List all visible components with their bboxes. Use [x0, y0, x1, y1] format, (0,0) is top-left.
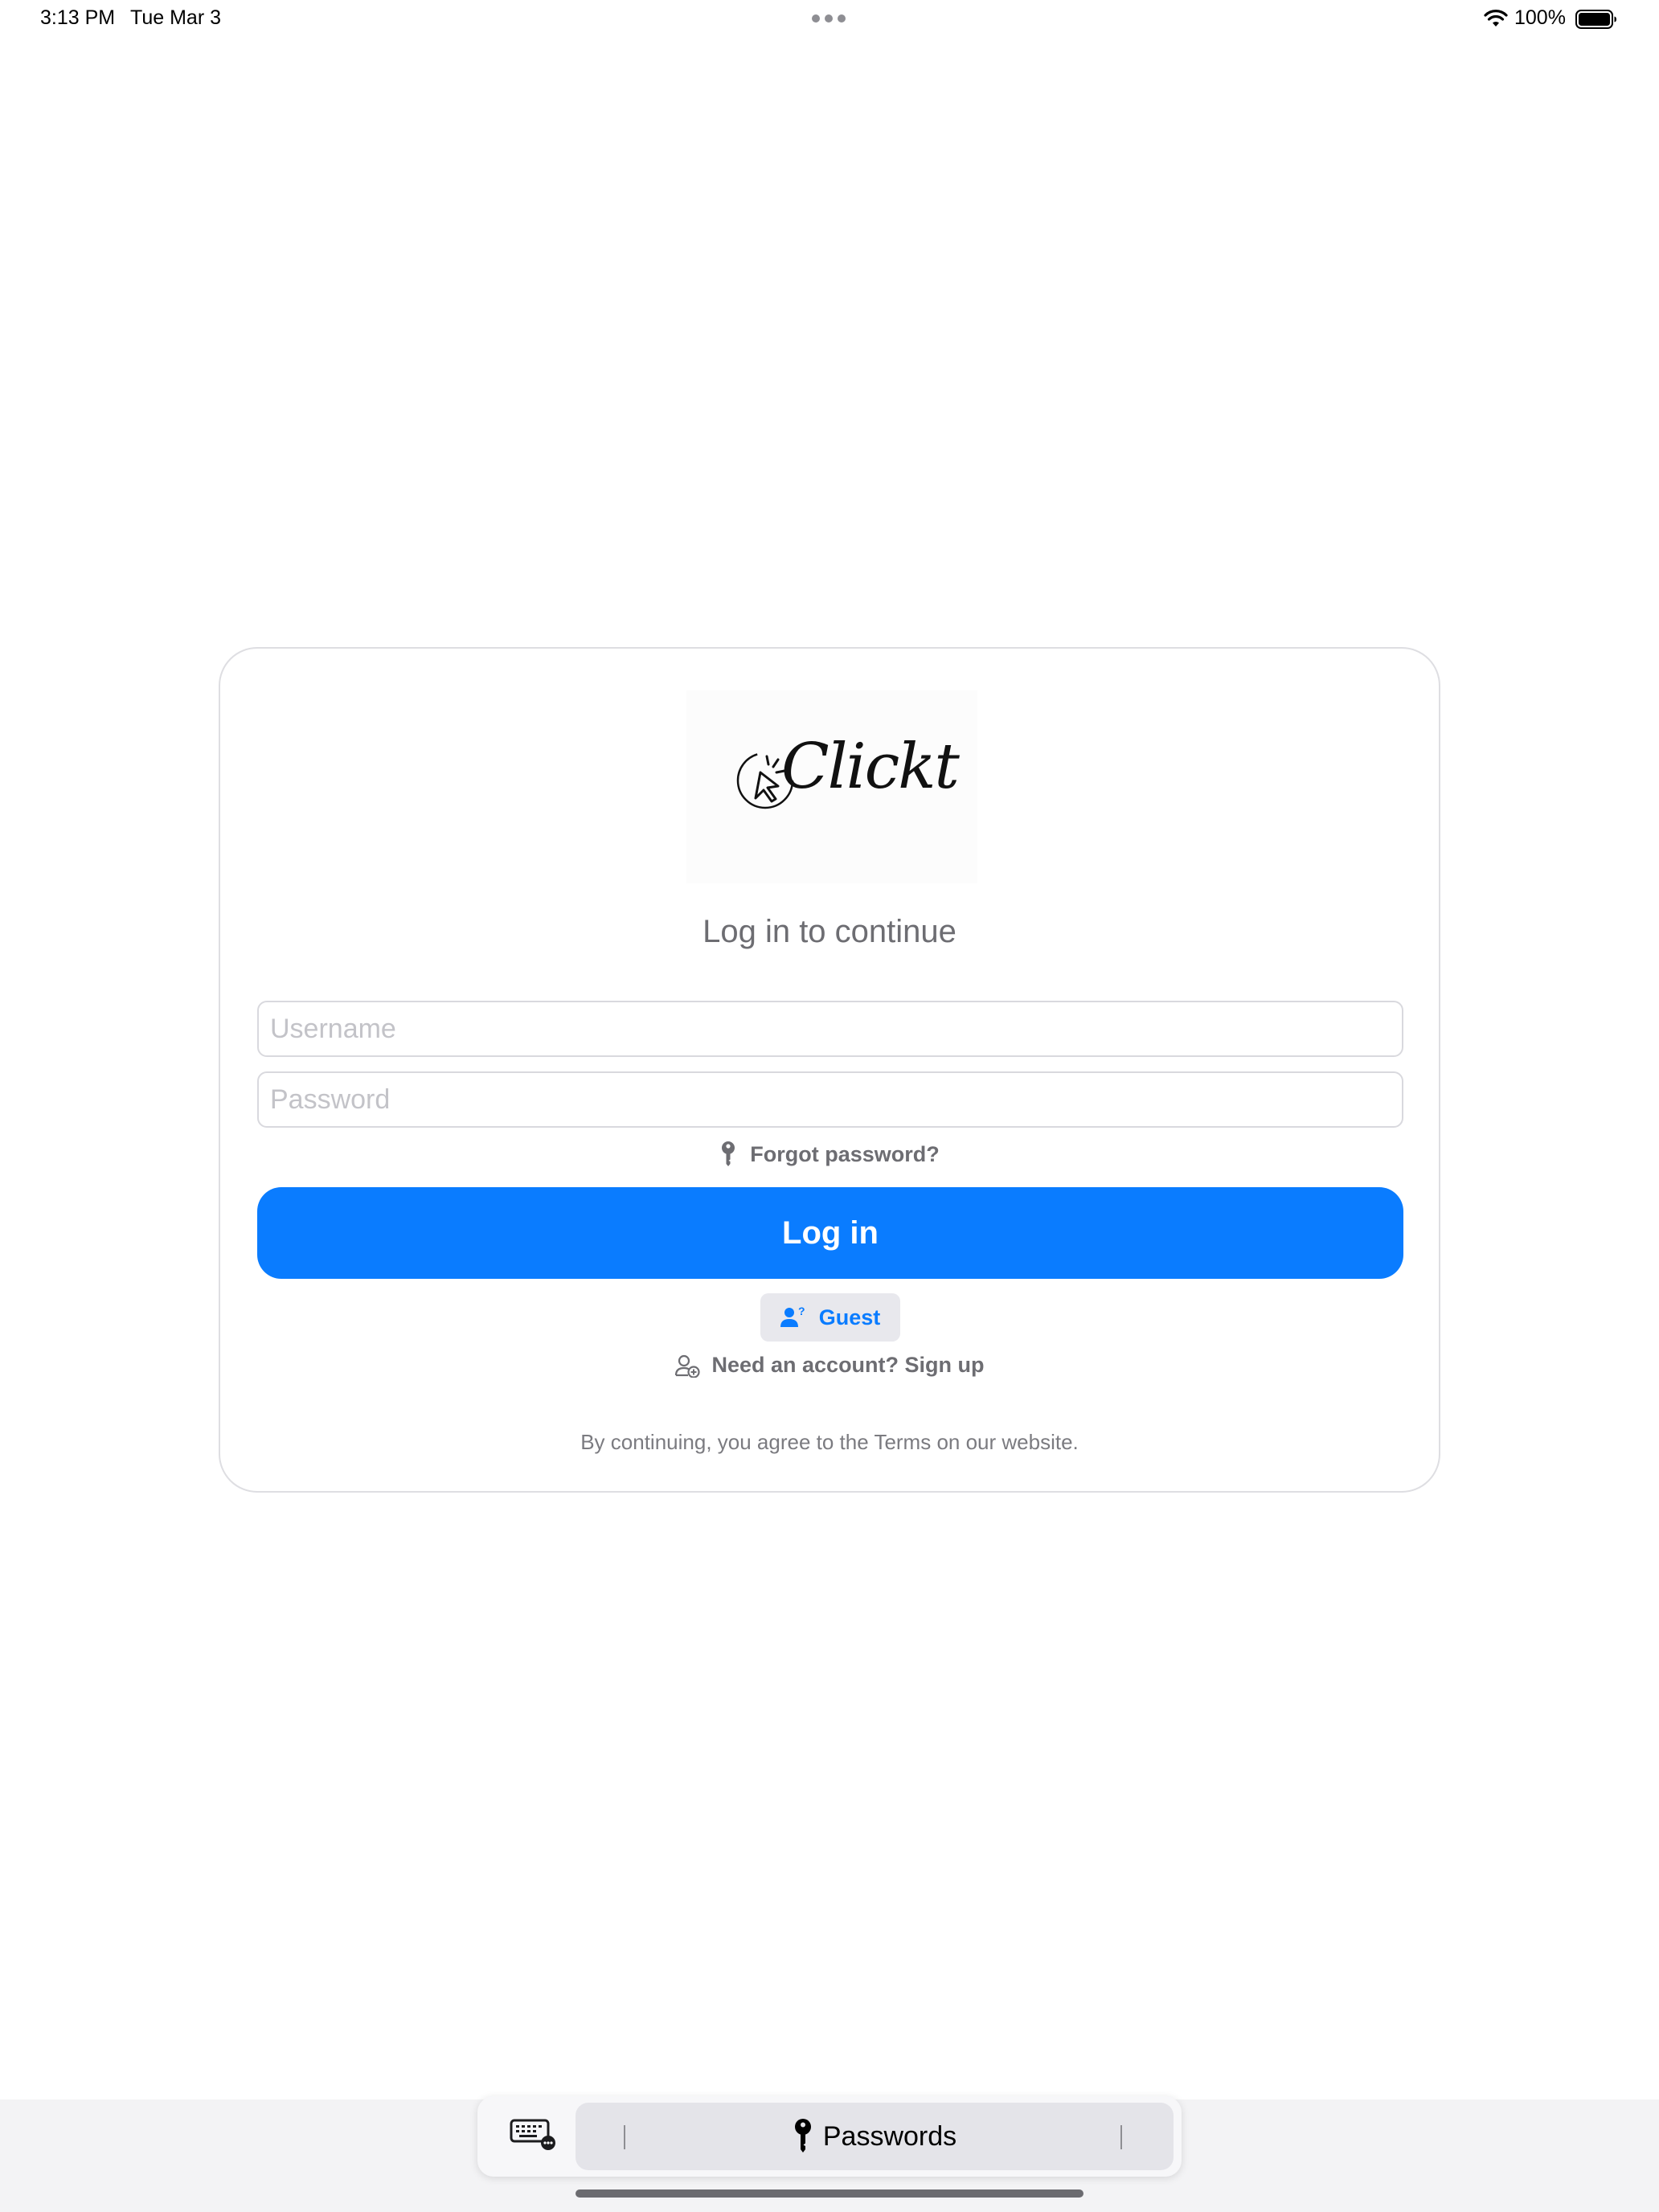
wifi-icon: [1484, 10, 1508, 27]
status-time: 3:13 PM: [40, 6, 116, 29]
forgot-password-link[interactable]: Forgot password?: [220, 1141, 1439, 1168]
status-bar: 3:13 PM Tue Mar 3 100%: [0, 0, 1659, 40]
app-logo: Clickt: [686, 690, 977, 883]
svg-text:?: ?: [798, 1305, 805, 1317]
guest-label: Guest: [818, 1305, 881, 1329]
passwords-autofill-area: Passwords: [576, 2103, 1174, 2170]
signup-link[interactable]: Need an account? Sign up: [220, 1353, 1439, 1378]
password-field[interactable]: [257, 1071, 1403, 1128]
signup-label: Need an account? Sign up: [711, 1353, 985, 1377]
key-icon: [722, 1141, 735, 1166]
login-button[interactable]: Log in: [257, 1187, 1403, 1279]
terms-notice: By continuing, you agree to the Terms on…: [580, 1430, 1079, 1454]
page-subtitle: Log in to continue: [703, 914, 956, 949]
keyboard-icon[interactable]: [510, 2119, 556, 2151]
home-indicator[interactable]: [576, 2189, 1083, 2198]
username-field[interactable]: [257, 1001, 1403, 1057]
divider: [1120, 2125, 1122, 2149]
forgot-password-label: Forgot password?: [750, 1141, 940, 1166]
guest-button[interactable]: ? Guest: [760, 1293, 900, 1342]
person-add-icon: [675, 1354, 701, 1378]
battery-icon: [1575, 10, 1616, 29]
passwords-button[interactable]: Passwords: [576, 2103, 1174, 2170]
passwords-label: Passwords: [822, 2120, 957, 2152]
login-card: Clickt Log in to continue Forgot passwor…: [219, 647, 1440, 1493]
logo-wordmark: Clickt: [781, 731, 960, 803]
keyboard-accessory-bar: Passwords: [477, 2096, 1182, 2177]
person-question-icon: ?: [780, 1305, 805, 1327]
key-icon: [794, 2119, 811, 2153]
battery-percentage: 100%: [1514, 6, 1566, 29]
status-date: Tue Mar 3: [130, 6, 222, 29]
multitasking-dots-icon[interactable]: [812, 14, 846, 23]
